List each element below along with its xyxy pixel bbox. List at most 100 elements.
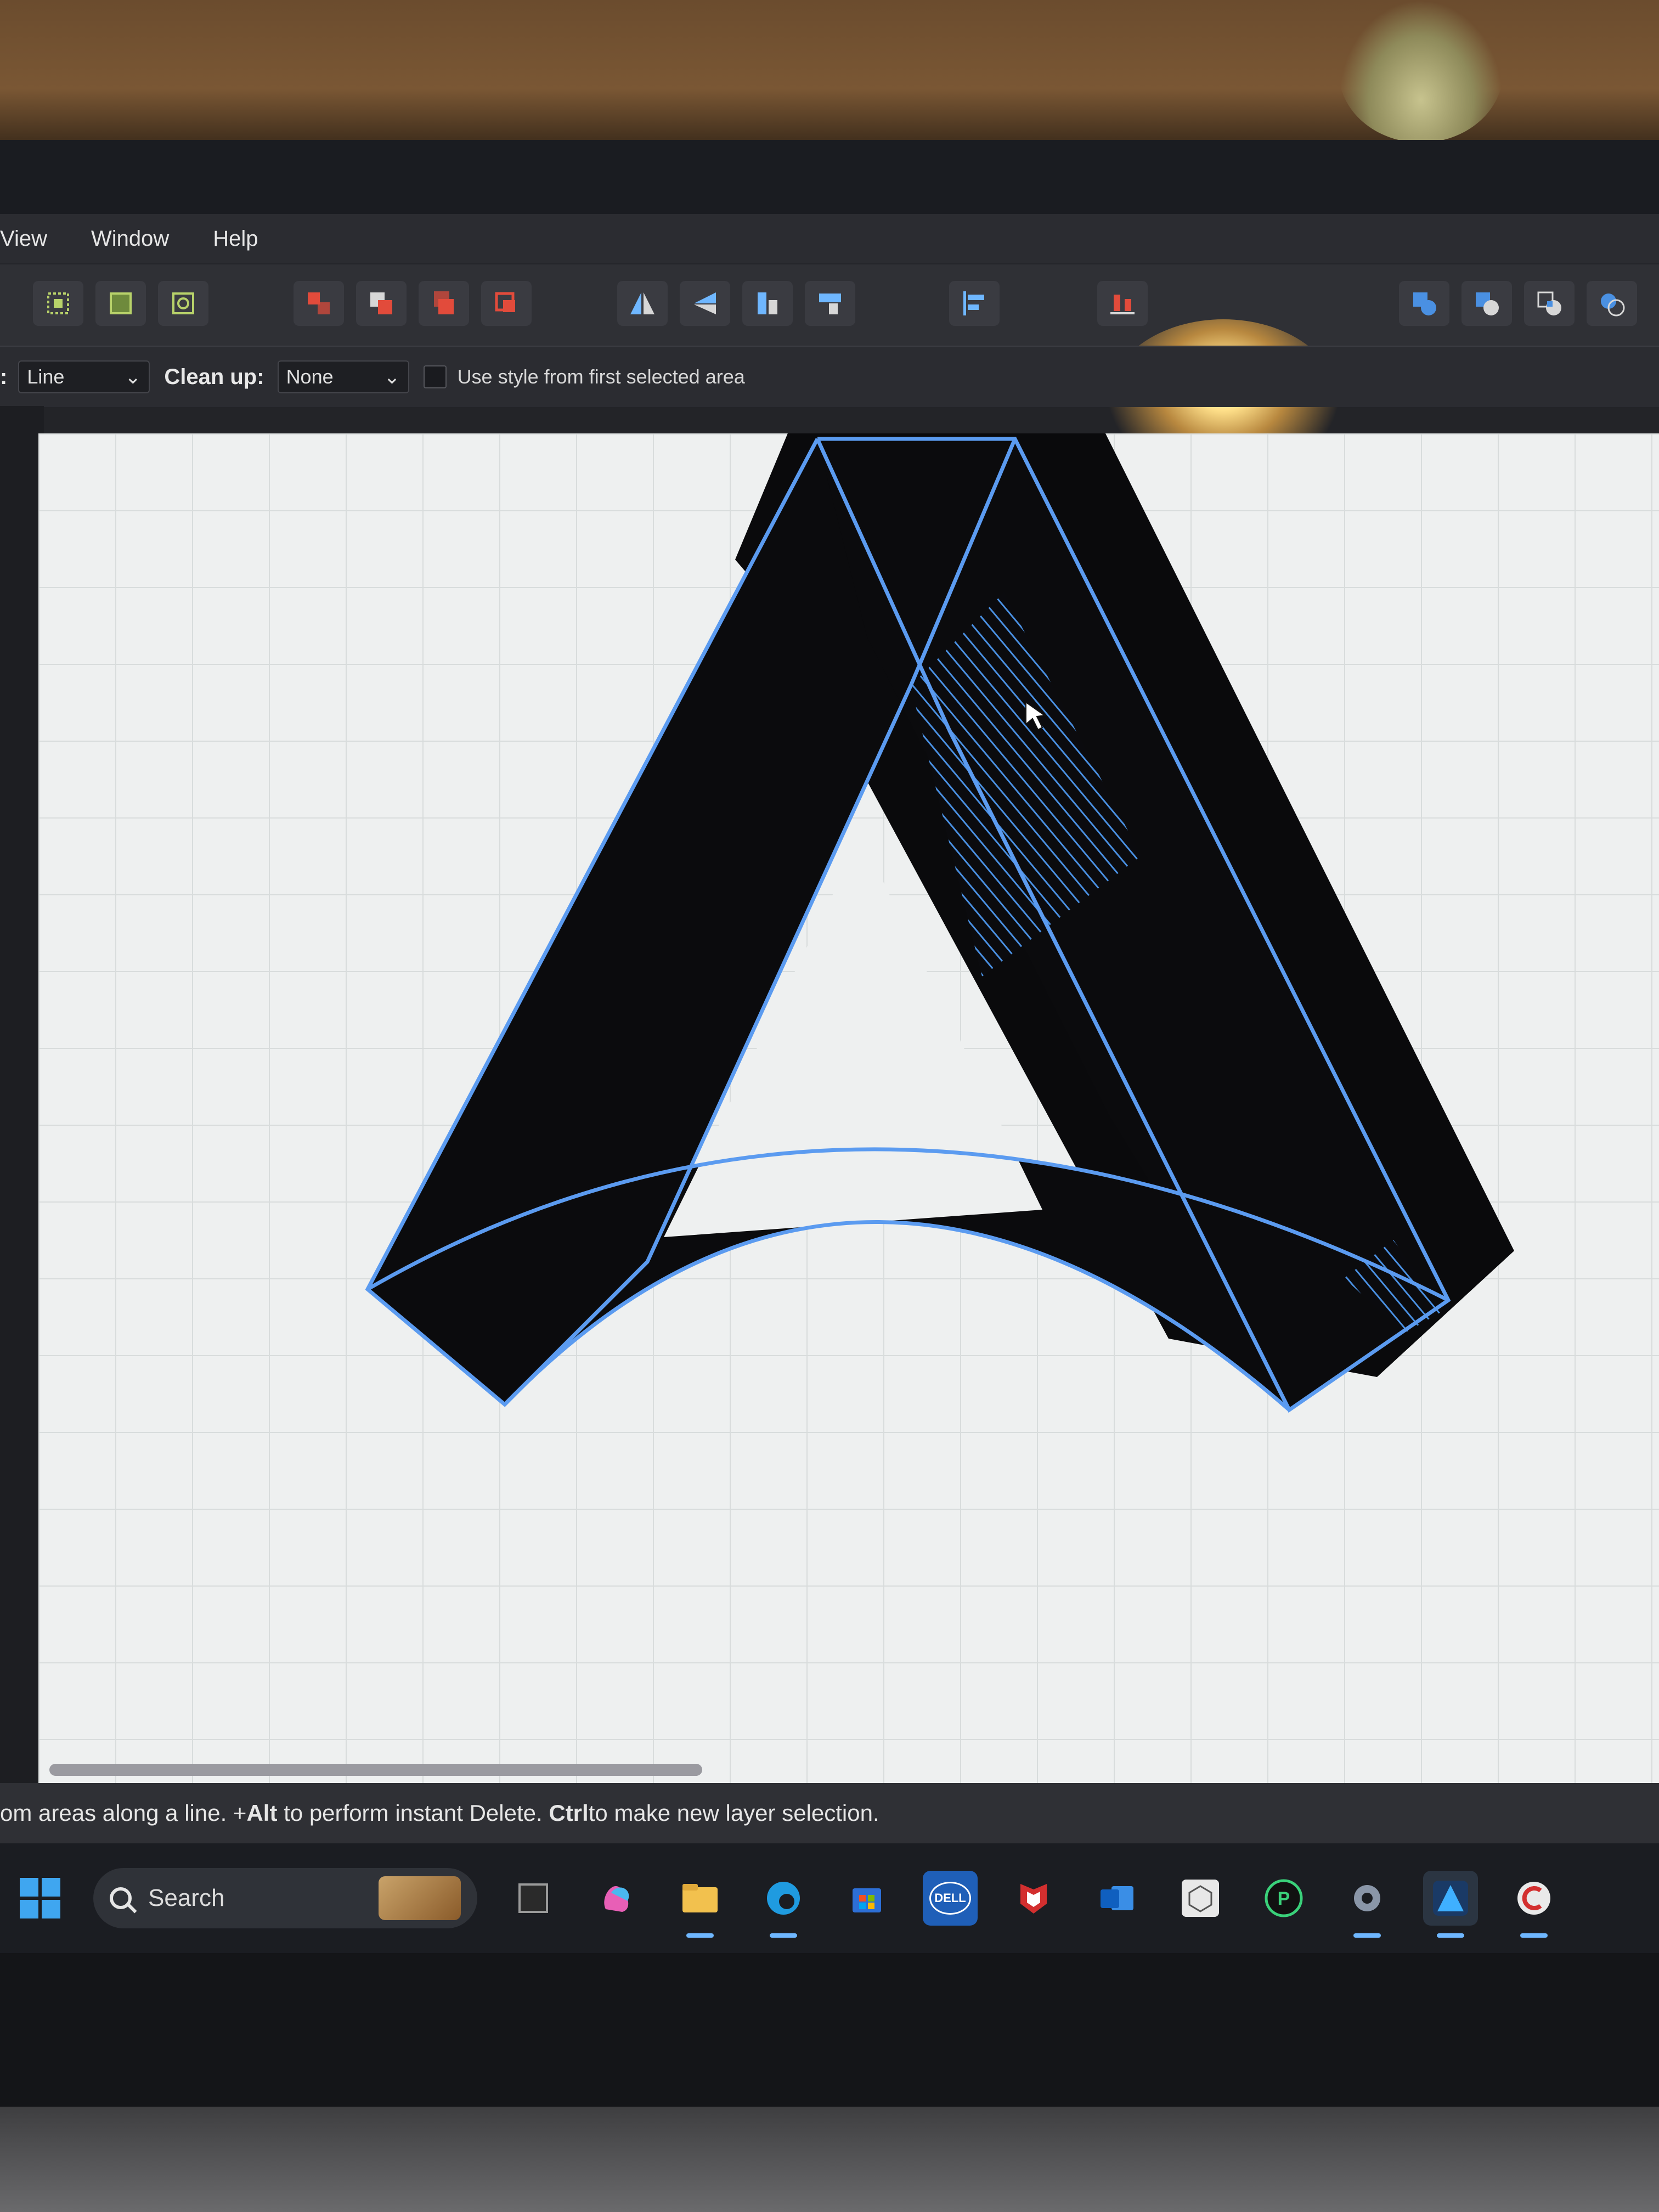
taskbar-search[interactable]: Search [93, 1868, 477, 1928]
outlook-icon [1101, 1886, 1133, 1910]
p-app-icon: P [1265, 1879, 1303, 1917]
taskbar-copilot[interactable] [589, 1871, 644, 1926]
taskbar-dell[interactable]: DELL [923, 1871, 978, 1926]
arrange-back-icon [495, 292, 515, 312]
start-button[interactable] [20, 1878, 60, 1918]
settings-icon [1354, 1885, 1380, 1911]
search-placeholder: Search [148, 1884, 225, 1911]
background-figurine [1339, 0, 1503, 143]
bring-forward-icon [308, 292, 330, 314]
menu-window[interactable]: Window [69, 227, 191, 251]
windows-taskbar: Search DELL P [0, 1843, 1659, 1953]
status-bar: om areas along a line. + Alt to perform … [0, 1783, 1659, 1843]
taskbar-terminal[interactable] [506, 1871, 561, 1926]
rotate-right-icon [819, 294, 841, 314]
cleanup-label: Clean up: [164, 364, 264, 389]
chevron-down-icon: ⌄ [125, 365, 142, 388]
chevron-down-icon: ⌄ [383, 365, 400, 388]
search-icon [110, 1887, 132, 1909]
mcafee-icon [1020, 1884, 1047, 1914]
selection-tool-group [33, 281, 208, 326]
bring-forward-button[interactable] [294, 281, 344, 326]
affinity-designer-icon [1433, 1881, 1468, 1916]
dell-icon: DELL [929, 1882, 971, 1915]
flip-horizontal-icon [630, 292, 654, 314]
send-backward-icon [370, 292, 392, 314]
c-app-icon [1517, 1882, 1550, 1915]
mode-prefix: : [0, 364, 8, 389]
arrange-front-button[interactable] [419, 281, 469, 326]
align-icon [963, 291, 984, 315]
monitor-bezel-top [0, 140, 1659, 323]
select-none-button[interactable] [95, 281, 146, 326]
taskbar-settings[interactable] [1340, 1871, 1395, 1938]
copilot-icon [604, 1886, 629, 1912]
taskbar-store[interactable] [839, 1871, 894, 1926]
screen: View Window Help: Line ⌄ Clean up: None… [0, 214, 1659, 1953]
search-highlight-icon [379, 1876, 461, 1920]
monitor-bezel-bottom [0, 1953, 1659, 2107]
main-toolbar [0, 263, 1659, 484]
taskbar-affinity-designer[interactable] [1423, 1871, 1478, 1938]
arrange-tool-group [294, 281, 532, 326]
store-icon [853, 1888, 881, 1912]
document-canvas[interactable] [38, 433, 1659, 1788]
3d-viewer-icon [1182, 1880, 1219, 1917]
taskbar-outlook[interactable] [1090, 1871, 1144, 1926]
menu-help[interactable]: Help [191, 227, 280, 251]
cleanup-select-value: None [286, 365, 334, 388]
select-all-icon [47, 292, 69, 314]
desk-surface [0, 2107, 1659, 2212]
select-object-icon [172, 292, 194, 314]
flip-vertical-button[interactable] [680, 281, 730, 326]
taskbar-file-explorer[interactable] [673, 1871, 727, 1938]
select-object-button[interactable] [158, 281, 208, 326]
boolean-divide-button[interactable] [1587, 281, 1637, 326]
horizontal-scrollbar[interactable] [49, 1764, 702, 1776]
rotate-right-button[interactable] [805, 281, 855, 326]
terminal-icon [518, 1883, 548, 1913]
boolean-tool-group [1399, 281, 1637, 326]
menu-bar: View Window Help [0, 214, 1659, 263]
mode-select-value: Line [27, 365, 65, 388]
taskbar-c-app[interactable] [1506, 1871, 1561, 1938]
arrange-back-button[interactable] [481, 281, 532, 326]
status-text-part1: om areas along a line. + [0, 1800, 247, 1826]
boolean-subtract-icon [1476, 292, 1499, 315]
mode-select[interactable]: Line ⌄ [18, 360, 150, 393]
flip-horizontal-button[interactable] [617, 281, 668, 326]
windows-logo-icon [20, 1878, 38, 1897]
boolean-add-button[interactable] [1399, 281, 1449, 326]
select-none-icon [110, 292, 132, 314]
flip-vertical-icon [694, 292, 716, 314]
arrange-front-icon [434, 291, 454, 314]
taskbar-3d-viewer[interactable] [1173, 1871, 1228, 1926]
left-tools-panel [0, 406, 44, 1810]
distribute-tool-group [1097, 281, 1148, 326]
menu-view[interactable]: View [0, 227, 69, 251]
status-key-alt: Alt [246, 1800, 278, 1826]
boolean-divide-icon [1601, 294, 1625, 317]
status-text-part3: to make new layer selection. [588, 1800, 879, 1826]
status-key-ctrl: Ctrl [549, 1800, 589, 1826]
rotate-left-icon [758, 292, 777, 314]
rotate-left-button[interactable] [742, 281, 793, 326]
taskbar-mcafee[interactable] [1006, 1871, 1061, 1926]
distribute-button[interactable] [1097, 281, 1148, 326]
boolean-intersect-button[interactable] [1524, 281, 1575, 326]
taskbar-edge[interactable] [756, 1871, 811, 1938]
boolean-add-icon [1413, 292, 1436, 315]
select-all-button[interactable] [33, 281, 83, 326]
transform-tool-group [617, 281, 855, 326]
cleanup-select[interactable]: None ⌄ [277, 360, 409, 393]
send-backward-button[interactable] [356, 281, 407, 326]
use-style-checkbox[interactable] [423, 365, 447, 388]
artwork-svg [365, 433, 1514, 1413]
taskbar-p-app[interactable]: P [1256, 1871, 1311, 1926]
context-toolbar: : Line ⌄ Clean up: None ⌄ Use style from… [0, 346, 1659, 407]
boolean-subtract-button[interactable] [1462, 281, 1512, 326]
align-button[interactable] [949, 281, 1000, 326]
boolean-intersect-icon [1537, 291, 1561, 315]
edge-icon [767, 1882, 800, 1915]
distribute-icon [1110, 295, 1135, 314]
